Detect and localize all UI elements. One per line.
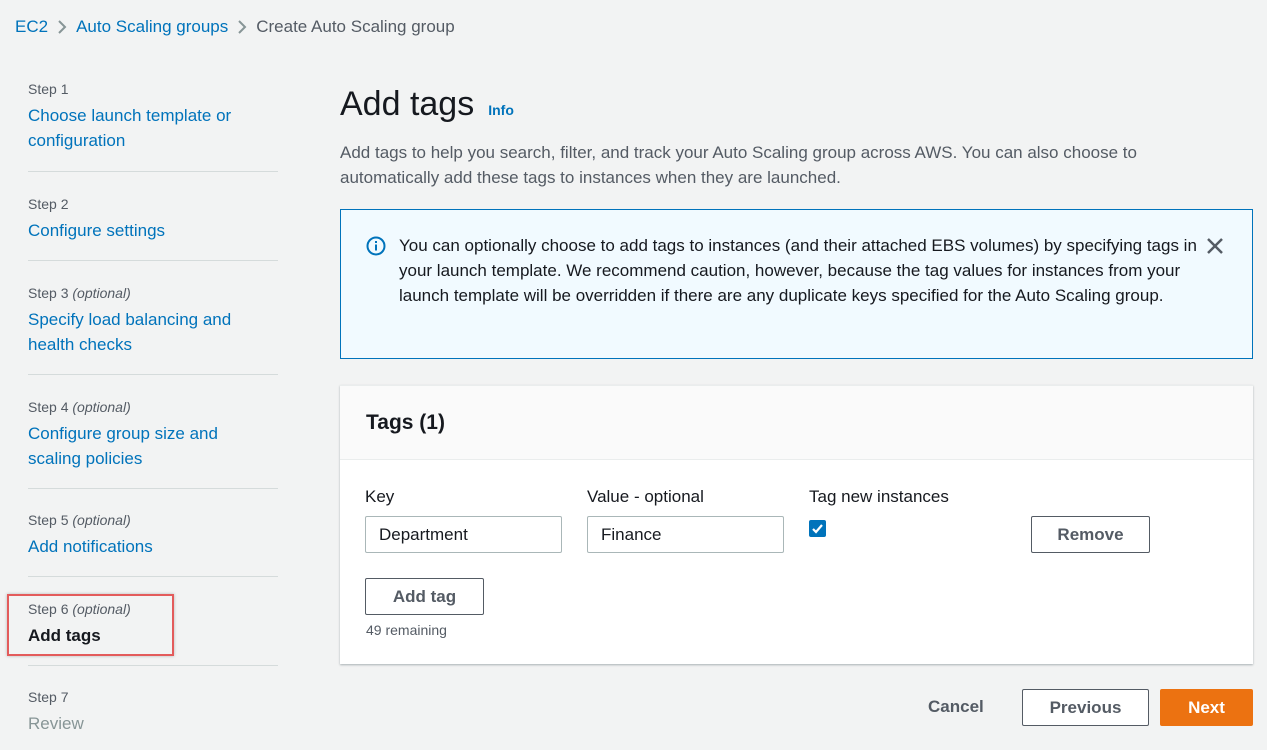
- checkmark-icon: [812, 524, 823, 534]
- close-icon[interactable]: [1204, 235, 1226, 257]
- step-4: Step 4 (optional) Configure group size a…: [28, 375, 278, 489]
- step-5-link[interactable]: Add notifications: [28, 534, 278, 559]
- step-label: Step 1: [28, 81, 69, 97]
- current-step-highlight: [7, 594, 174, 656]
- breadcrumb-auto-scaling-groups[interactable]: Auto Scaling groups: [76, 17, 228, 37]
- tag-new-instances-checkbox[interactable]: [809, 520, 826, 537]
- step-label: Step 2: [28, 196, 69, 212]
- previous-button[interactable]: Previous: [1022, 689, 1149, 726]
- step-1: Step 1 Choose launch template or configu…: [28, 80, 278, 172]
- step-3-link[interactable]: Specify load balancing and health checks: [28, 307, 258, 357]
- tags-panel: Tags (1) Key Value - optional Tag new in…: [340, 385, 1253, 664]
- step-4-link[interactable]: Configure group size and scaling policie…: [28, 421, 258, 471]
- breadcrumb-current: Create Auto Scaling group: [256, 17, 455, 36]
- step-label: Step 4 (optional): [28, 399, 131, 415]
- next-button[interactable]: Next: [1160, 689, 1253, 726]
- remove-tag-button[interactable]: Remove: [1031, 516, 1150, 553]
- step-7: Step 7 Review: [28, 666, 278, 736]
- chevron-right-icon: [228, 16, 256, 38]
- step-label: Step 3 (optional): [28, 285, 131, 301]
- breadcrumb-ec2[interactable]: EC2: [15, 17, 48, 37]
- step-3: Step 3 (optional) Specify load balancing…: [28, 261, 278, 375]
- cancel-button[interactable]: Cancel: [928, 697, 984, 717]
- page-header: Add tags Info: [340, 84, 514, 124]
- page-title: Add tags: [340, 85, 475, 123]
- tag-value-input[interactable]: [587, 516, 784, 553]
- tags-panel-title: Tags (1): [366, 411, 445, 434]
- tag-key-input[interactable]: [365, 516, 562, 553]
- breadcrumb: EC2 Auto Scaling groups Create Auto Scal…: [15, 16, 455, 38]
- step-2-link[interactable]: Configure settings: [28, 218, 278, 243]
- step-7-review: Review: [28, 714, 84, 733]
- step-2: Step 2 Configure settings: [28, 172, 278, 261]
- alert-message: You can optionally choose to add tags to…: [399, 236, 1197, 305]
- info-alert: You can optionally choose to add tags to…: [340, 209, 1253, 359]
- step-1-link[interactable]: Choose launch template or configuration: [28, 103, 258, 153]
- step-label: Step 5 (optional): [28, 512, 131, 528]
- step-5: Step 5 (optional) Add notifications: [28, 489, 278, 577]
- step-label: Step 7: [28, 689, 69, 705]
- tags-remaining-count: 49 remaining: [366, 622, 447, 638]
- key-column-label: Key: [365, 487, 395, 506]
- chevron-right-icon: [48, 16, 76, 38]
- page-description: Add tags to help you search, filter, and…: [340, 143, 1137, 187]
- info-circle-icon: [366, 236, 386, 256]
- info-link[interactable]: Info: [488, 102, 514, 118]
- add-tag-button[interactable]: Add tag: [365, 578, 484, 615]
- tag-new-instances-label: Tag new instances: [809, 487, 949, 506]
- tags-panel-header: Tags (1): [340, 386, 1253, 460]
- value-column-label: Value - optional: [587, 487, 704, 506]
